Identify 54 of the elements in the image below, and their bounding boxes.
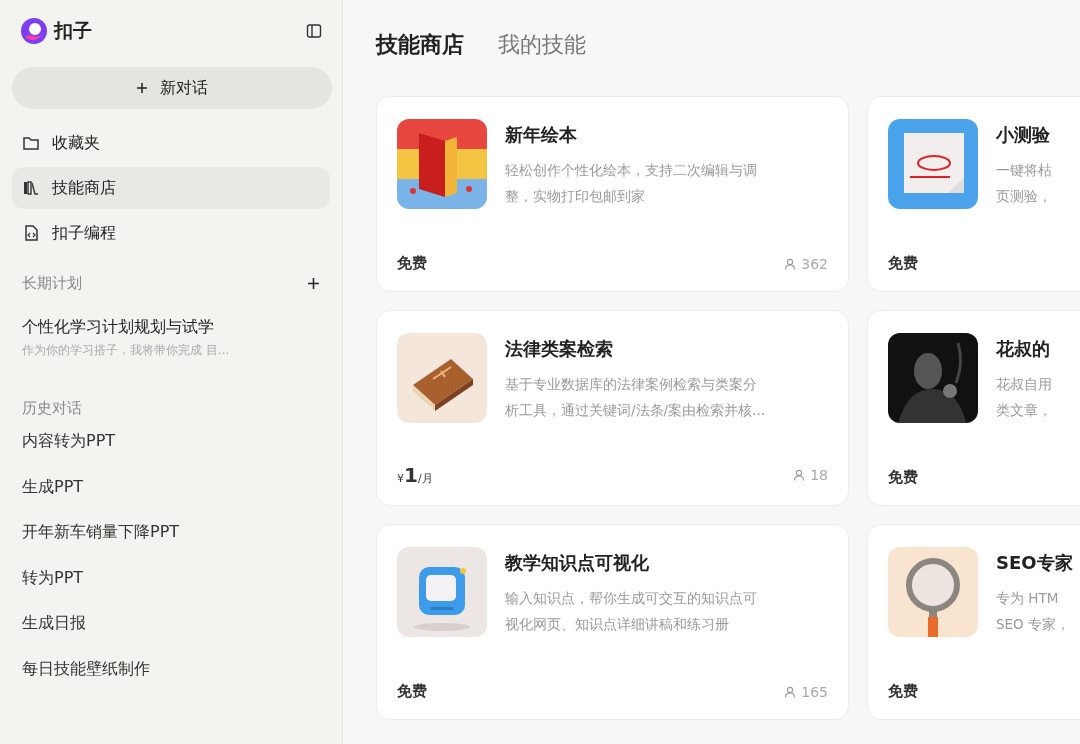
tab[interactable]: 我的技能 — [498, 30, 586, 60]
skill-title: 新年绘本 — [505, 123, 578, 147]
section-heading: 历史对话 — [22, 399, 82, 418]
price-label: 免费 — [397, 682, 427, 701]
price-label: 免费 — [888, 254, 918, 273]
logo-icon — [20, 17, 48, 45]
skill-description: 基于专业数据库的法律案例检索与类案分 析工具，通过关键词/法条/案由检索并核... — [505, 375, 765, 420]
section-heading: 长期计划 — [22, 274, 82, 293]
history-item[interactable]: 生成PPT — [12, 463, 330, 509]
plan-subtitle: 作为你的学习搭子，我将带你完成 目... — [22, 342, 231, 359]
nav-item[interactable]: 收藏夹 — [12, 122, 330, 164]
plan-title[interactable]: 个性化学习计划规划与试学 — [22, 317, 320, 338]
skill-title: 小测验 — [996, 123, 1051, 147]
sidebar-toggle-icon[interactable] — [306, 23, 322, 39]
skill-card[interactable]: 新年绘本 轻松创作个性化绘本，支持二次编辑与调 整，实物打印包邮到家 免费 362 — [376, 96, 849, 292]
skill-description: 一键将枯 页测验， — [996, 161, 1052, 206]
skill-title: SEO专家 — [996, 551, 1073, 575]
history-item[interactable]: 每日技能壁纸制作 — [12, 645, 330, 691]
price-label: 免费 — [397, 254, 427, 273]
user-count: 362 — [801, 255, 828, 272]
skill-title: 法律类案检索 — [505, 337, 614, 361]
add-icon[interactable] — [307, 277, 320, 290]
user-icon — [793, 469, 806, 481]
skill-card[interactable]: 花叔的 花叔自用 类文章， 免费 — [867, 310, 1080, 506]
skill-card[interactable]: 法律类案检索 基于专业数据库的法律案例检索与类案分 析工具，通过关键词/法条/案由检索并核... ¥1/月 18 — [376, 310, 849, 506]
code-file-icon — [22, 224, 40, 242]
skill-card[interactable]: 教学知识点可视化 输入知识点，帮你生成可交互的知识点可 视化网页、知识点详细讲稿和练习册 免费 165 — [376, 524, 849, 720]
folder-icon — [22, 134, 40, 152]
skill-card[interactable]: 小测验 一键将枯 页测验， 免费 — [867, 96, 1080, 292]
history-item[interactable]: 生成日报 — [12, 600, 330, 646]
new-chat-button[interactable]: 新对话 — [12, 67, 332, 109]
price-label: ¥1/月 — [397, 463, 433, 487]
skill-title: 教学知识点可视化 — [505, 551, 650, 575]
user-icon — [784, 685, 797, 698]
skill-description: 输入知识点，帮你生成可交互的知识点可 视化网页、知识点详细讲稿和练习册 — [505, 589, 757, 634]
app-name: 扣子 — [54, 18, 92, 43]
skill-description: 轻松创作个性化绘本，支持二次编辑与调 整，实物打印包邮到家 — [505, 161, 757, 206]
history-item[interactable]: 内容转为PPT — [12, 418, 330, 464]
user-count: 165 — [801, 683, 828, 700]
user-count: 18 — [810, 467, 828, 483]
price-label: 免费 — [888, 468, 918, 487]
skill-title: 花叔的 — [996, 337, 1051, 361]
skill-description: 花叔自用 类文章， — [996, 375, 1052, 420]
history-item[interactable]: 开年新车销量下降PPT — [12, 509, 330, 555]
history-item[interactable]: 转为PPT — [12, 554, 330, 600]
nav-item[interactable]: 扣子编程 — [12, 212, 330, 254]
plus-icon — [136, 82, 148, 94]
price-label: 免费 — [888, 682, 918, 701]
nav-item[interactable]: 技能商店 — [12, 167, 330, 209]
tab[interactable]: 技能商店 — [376, 30, 464, 60]
skill-description: 专为 HTM SEO 专家， — [996, 589, 1072, 634]
skill-card[interactable]: SEO专家 专为 HTM SEO 专家， 免费 — [867, 524, 1080, 720]
user-icon — [784, 257, 797, 270]
books-icon — [22, 179, 40, 197]
